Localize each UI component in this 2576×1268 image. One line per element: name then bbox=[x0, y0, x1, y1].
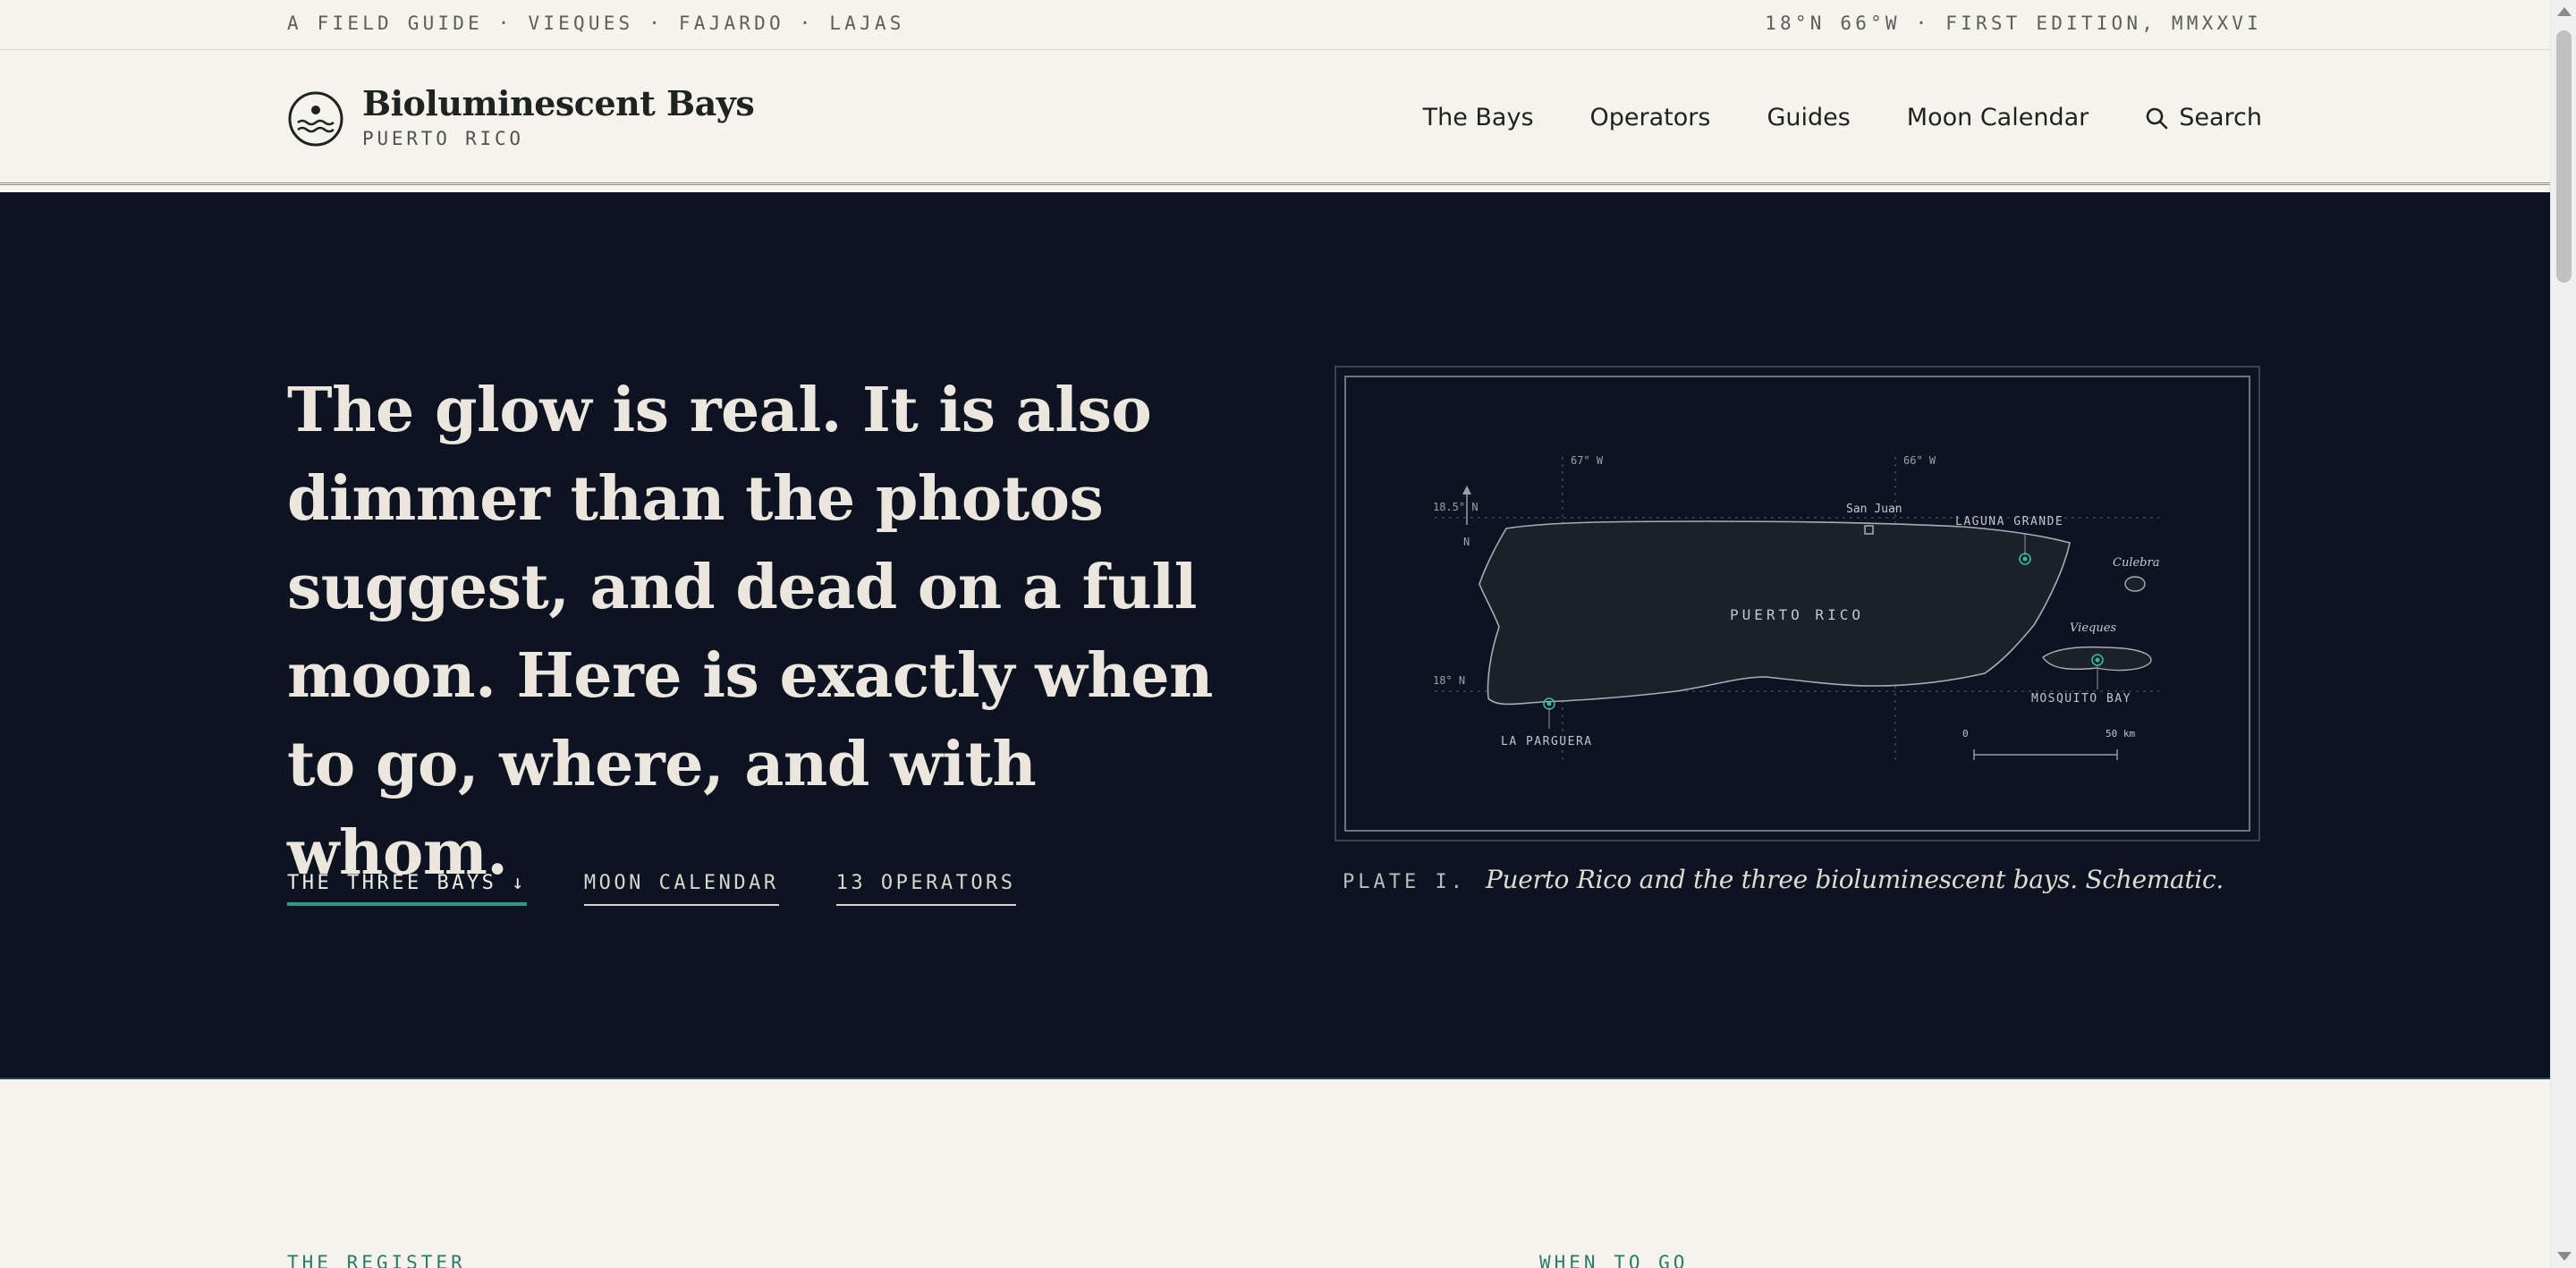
lat-label-18-5: 18.5° N bbox=[1433, 501, 1479, 513]
island-label: PUERTO RICO bbox=[1730, 606, 1864, 623]
when-to-go-heading: WHEN TO GO bbox=[1539, 1252, 1689, 1268]
scroll-down-icon[interactable] bbox=[2557, 1252, 2572, 1261]
operators-link[interactable]: 13 OPERATORS bbox=[835, 872, 1016, 906]
nav-guides[interactable]: Guides bbox=[1767, 104, 1850, 131]
scale-end: 50 km bbox=[2106, 728, 2135, 740]
main-nav: The Bays Operators Guides Moon Calendar … bbox=[1367, 104, 2262, 131]
lon-label-67: 67° W bbox=[1571, 454, 1604, 467]
nav-operators[interactable]: Operators bbox=[1590, 104, 1711, 131]
scale-bar bbox=[1973, 749, 2118, 760]
search-button[interactable]: Search bbox=[2145, 104, 2262, 131]
scroll-up-icon[interactable] bbox=[2557, 7, 2572, 16]
plate-label: PLATE I. bbox=[1343, 871, 1466, 893]
three-bays-link[interactable]: THE THREE BAYS ↓ bbox=[287, 872, 527, 906]
culebra-island bbox=[2124, 576, 2146, 592]
laguna-grande-label: LAGUNA GRANDE bbox=[1955, 515, 2063, 528]
edition-tagline: A FIELD GUIDE · VIEQUES · FAJARDO · LAJA… bbox=[287, 13, 905, 34]
scroll-thumb[interactable] bbox=[2556, 30, 2572, 283]
north-label: N bbox=[1463, 536, 1470, 548]
search-icon bbox=[2146, 107, 2168, 129]
map-plate: 67° W 66° W 18.5° N 18° N N PUERTO RICO … bbox=[1335, 366, 2260, 841]
edition-coordinates: 18°N 66°W · FIRST EDITION, MMXXVI bbox=[1765, 13, 2262, 34]
bay-logo-icon[interactable] bbox=[287, 90, 344, 148]
lon-label-66: 66° W bbox=[1903, 454, 1936, 467]
lat-label-18: 18° N bbox=[1433, 674, 1465, 687]
site-title[interactable]: Bioluminescent Bays bbox=[362, 83, 755, 123]
search-label: Search bbox=[2179, 104, 2262, 131]
san-juan-label: San Juan bbox=[1846, 503, 1902, 516]
puerto-rico-map: 67° W 66° W 18.5° N 18° N N PUERTO RICO … bbox=[1433, 454, 2159, 761]
nav-moon-calendar[interactable]: Moon Calendar bbox=[1907, 104, 2089, 131]
hero-headline: The glow is real. It is also dimmer than… bbox=[287, 375, 1213, 889]
site-subtitle: PUERTO RICO bbox=[362, 128, 524, 149]
vieques-label: Vieques bbox=[2070, 621, 2116, 635]
register-heading: THE REGISTER bbox=[287, 1252, 466, 1268]
site-header: Bioluminescent Bays PUERTO RICO The Bays… bbox=[0, 51, 2550, 185]
nav-the-bays[interactable]: The Bays bbox=[1423, 104, 1534, 131]
culebra-label: Culebra bbox=[2113, 556, 2159, 570]
la-parguera-label: LA PARGUERA bbox=[1501, 735, 1593, 748]
hero-section: The glow is real. It is also dimmer than… bbox=[0, 192, 2550, 1079]
hero-links: THE THREE BAYS ↓ MOON CALENDAR 13 OPERAT… bbox=[287, 872, 1073, 906]
mosquito-bay-label: MOSQUITO BAY bbox=[2031, 692, 2131, 706]
plate-caption: PLATE I. Puerto Rico and the three biolu… bbox=[1343, 865, 2224, 894]
top-strip: A FIELD GUIDE · VIEQUES · FAJARDO · LAJA… bbox=[0, 0, 2550, 50]
plate-caption-text: Puerto Rico and the three bioluminescent… bbox=[1485, 865, 2224, 894]
moon-calendar-link[interactable]: MOON CALENDAR bbox=[583, 872, 779, 906]
scale-start: 0 bbox=[1962, 728, 1969, 740]
page-scrollbar[interactable] bbox=[2550, 0, 2576, 1268]
